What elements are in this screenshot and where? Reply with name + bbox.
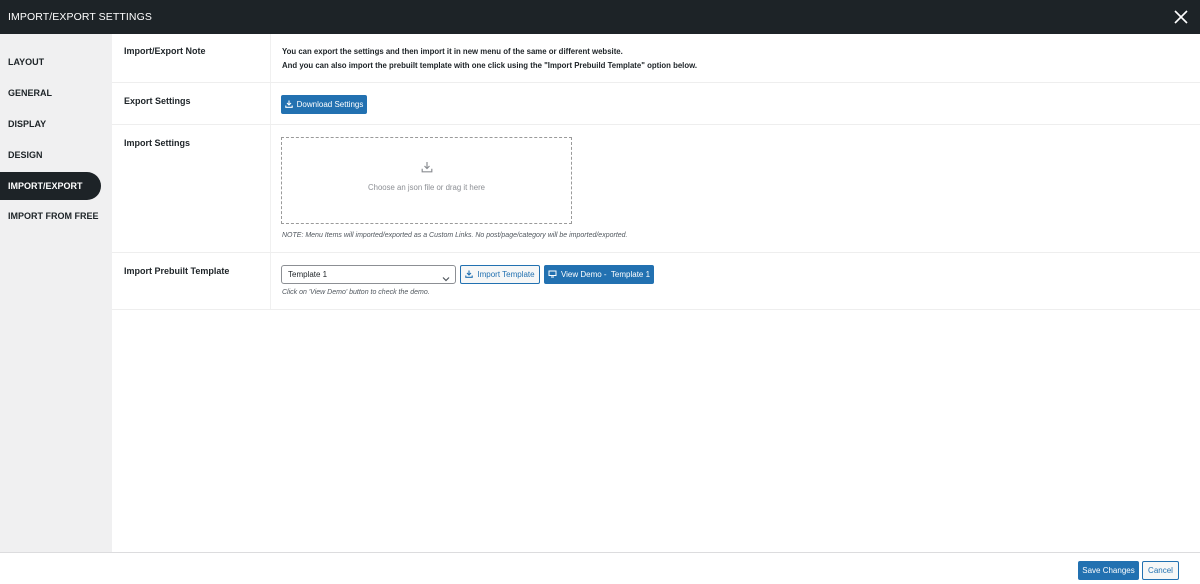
- sidebar-item-general[interactable]: GENERAL: [0, 79, 101, 107]
- export-label: Export Settings: [124, 96, 191, 106]
- template-select-value: Template 1: [288, 270, 328, 279]
- import-label: Import Settings: [124, 138, 191, 148]
- dialog-title: IMPORT/EXPORT SETTINGS: [8, 11, 152, 23]
- title-bar: IMPORT/EXPORT SETTINGS: [0, 0, 1200, 34]
- view-demo-button[interactable]: View Demo - Template 1: [544, 265, 654, 284]
- import-template-button[interactable]: Import Template: [460, 265, 540, 284]
- row-divider: [270, 34, 271, 82]
- view-demo-hint: Click on 'View Demo' button to check the…: [282, 289, 430, 296]
- note-line-1: You can export the settings and then imp…: [282, 47, 623, 56]
- note-label: Import/Export Note: [124, 46, 206, 56]
- sidebar-item-display[interactable]: DISPLAY: [0, 110, 101, 138]
- dropzone-text: Choose an json file or drag it here: [367, 183, 486, 192]
- download-settings-button[interactable]: Download Settings: [281, 95, 367, 114]
- prebuilt-row: Import Prebuilt Template: [112, 253, 1200, 310]
- import-row: Import Settings: [112, 125, 1200, 253]
- monitor-icon: [548, 270, 557, 280]
- sidebar: LAYOUT GENERAL DISPLAY DESIGN IMPORT/EXP…: [0, 34, 112, 552]
- file-dropzone[interactable]: Choose an json file or drag it here: [281, 137, 572, 224]
- prebuilt-label: Import Prebuilt Template: [124, 266, 230, 276]
- chevron-down-icon: [442, 271, 450, 288]
- export-row: Export Settings Download Settings: [112, 83, 1200, 125]
- note-row: Import/Export Note You can export the se…: [112, 34, 1200, 83]
- close-icon[interactable]: [1170, 6, 1192, 28]
- download-icon: [284, 100, 293, 110]
- main-content: Import/Export Note You can export the se…: [112, 34, 1200, 552]
- import-template-label: Import Template: [477, 270, 535, 279]
- row-divider: [270, 83, 271, 124]
- download-icon: [465, 270, 474, 280]
- cancel-button[interactable]: Cancel: [1142, 561, 1179, 580]
- sidebar-item-layout[interactable]: LAYOUT: [0, 48, 101, 76]
- template-select[interactable]: Template 1: [281, 265, 456, 284]
- view-demo-label: View Demo - Template 1: [560, 270, 651, 279]
- download-settings-label: Download Settings: [296, 100, 364, 109]
- sidebar-item-design[interactable]: DESIGN: [0, 141, 101, 169]
- save-changes-button[interactable]: Save Changes: [1078, 561, 1139, 580]
- note-line-2: And you can also import the prebuilt tem…: [282, 61, 698, 70]
- row-divider: [270, 253, 271, 309]
- footer: Save Changes Cancel: [0, 552, 1200, 584]
- import-note: NOTE: Menu Items will imported/exported …: [282, 232, 628, 239]
- sidebar-item-import-from-free[interactable]: IMPORT FROM FREE: [0, 202, 101, 230]
- row-divider: [270, 125, 271, 252]
- upload-tray-icon: [421, 160, 433, 178]
- sidebar-item-import-export[interactable]: IMPORT/EXPORT: [0, 172, 101, 200]
